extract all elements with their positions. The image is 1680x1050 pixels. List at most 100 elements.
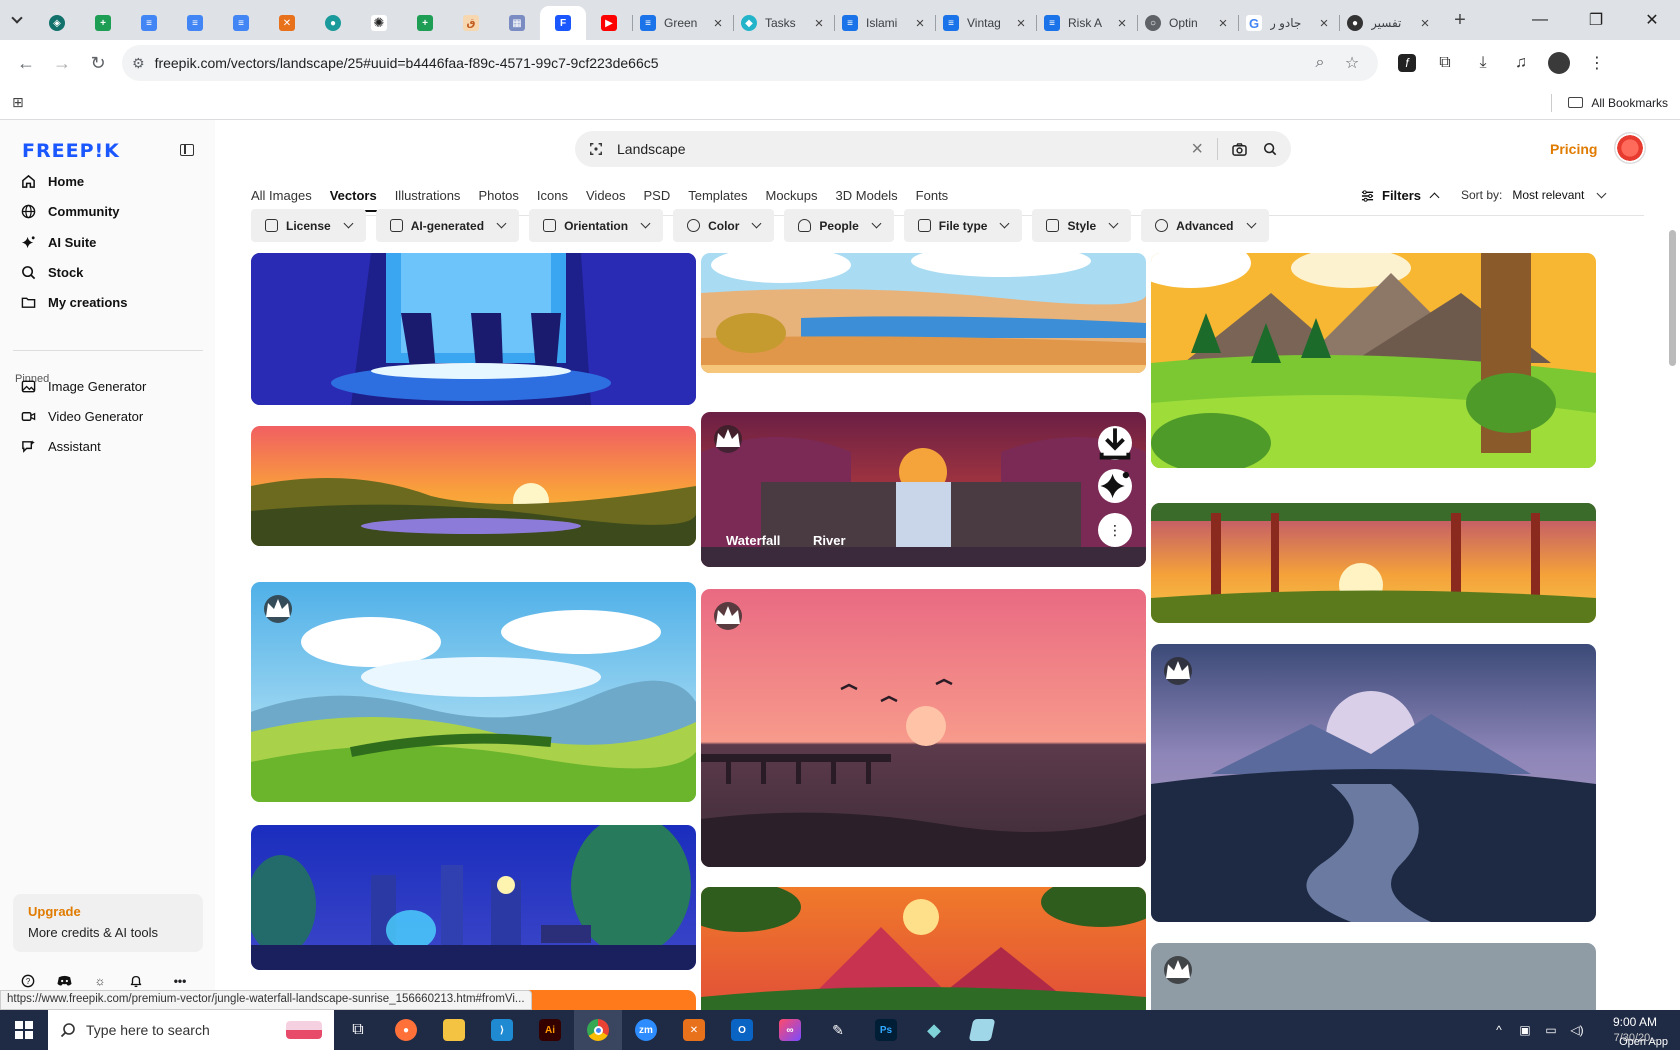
browser-tab[interactable]: ◆ Tasks × xyxy=(733,6,834,40)
close-icon[interactable]: × xyxy=(812,15,826,32)
close-icon[interactable]: × xyxy=(1418,15,1432,32)
tab-psd[interactable]: PSD xyxy=(644,188,671,203)
result-card-mountain-river[interactable] xyxy=(1151,644,1596,922)
advanced-filter[interactable]: Advanced xyxy=(1141,209,1269,242)
license-filter[interactable]: License xyxy=(251,209,366,242)
restore-button[interactable]: ❐ xyxy=(1568,0,1624,40)
pinned-tab[interactable]: ≡ xyxy=(126,6,172,40)
color-filter[interactable]: Color xyxy=(673,209,775,242)
back-button[interactable]: ← xyxy=(8,45,44,81)
help-icon[interactable]: ? xyxy=(20,973,36,989)
network-icon[interactable]: ▭ xyxy=(1538,1023,1564,1037)
pinned-tab[interactable]: ● xyxy=(310,6,356,40)
close-icon[interactable]: × xyxy=(1014,15,1028,32)
browser-tab[interactable]: G جادو ر × xyxy=(1238,6,1339,40)
pinned-tab[interactable]: ق xyxy=(448,6,494,40)
taskbar-app-chrome[interactable] xyxy=(574,1010,622,1050)
result-card-mountain-sunset[interactable] xyxy=(701,887,1146,1010)
user-avatar[interactable] xyxy=(1614,132,1646,164)
taskbar-app-pen[interactable]: ✎ xyxy=(814,1010,862,1050)
taskbar-search[interactable]: Type here to search xyxy=(48,1010,334,1050)
result-card-waterfall-river[interactable]: ⋮ Waterfall River xyxy=(701,412,1146,567)
pricing-link[interactable]: Pricing xyxy=(1550,141,1597,157)
address-bar[interactable]: ⚙ freepik.com/vectors/landscape/25#uuid=… xyxy=(122,45,1378,81)
file-type-filter[interactable]: File type xyxy=(903,209,1023,242)
forward-button[interactable]: → xyxy=(44,45,80,81)
result-card-forest-sunset[interactable] xyxy=(1151,503,1596,623)
result-card-night-park[interactable] xyxy=(251,825,696,970)
browser-tab[interactable]: ≡ Risk A × xyxy=(1036,6,1137,40)
pinned-tab[interactable]: ▶ xyxy=(586,6,632,40)
taskbar-app-outlook[interactable]: O xyxy=(718,1010,766,1050)
pinned-tab[interactable]: + xyxy=(80,6,126,40)
taskbar-app-firefox[interactable]: ● xyxy=(382,1010,430,1050)
freepik-logo[interactable]: FREEP!K xyxy=(22,140,120,162)
menu-button[interactable]: ⋮ xyxy=(1578,53,1616,73)
tag-river[interactable]: River xyxy=(813,533,846,548)
ai-search-icon[interactable] xyxy=(589,142,603,156)
pinned-tab-active[interactable]: F xyxy=(540,6,586,40)
close-icon[interactable]: × xyxy=(1115,15,1129,32)
chevron-up-icon[interactable]: ^ xyxy=(1486,1023,1512,1037)
orientation-filter[interactable]: Orientation xyxy=(529,209,664,242)
tab-all-images[interactable]: All Images xyxy=(251,188,312,203)
upgrade-card[interactable]: Upgrade More credits & AI tools xyxy=(13,894,203,952)
camera-icon[interactable] xyxy=(1232,142,1247,156)
bell-icon[interactable] xyxy=(128,973,144,989)
pinned-tab[interactable]: ✺ xyxy=(356,6,402,40)
taskbar-app-photoshop[interactable]: Ps xyxy=(862,1010,910,1050)
pinned-tab[interactable]: ✕ xyxy=(264,6,310,40)
minimize-button[interactable]: — xyxy=(1512,0,1568,40)
sidebar-item-home[interactable]: Home xyxy=(20,173,84,189)
sort-control[interactable]: Sort by: Most relevant xyxy=(1461,188,1607,202)
close-icon[interactable]: × xyxy=(1317,15,1331,32)
sidebar-collapse-icon[interactable] xyxy=(180,144,194,156)
result-card-desert-lake[interactable] xyxy=(701,253,1146,373)
download-button[interactable] xyxy=(1098,426,1132,460)
close-icon[interactable]: × xyxy=(711,15,725,32)
open-app-label[interactable]: Open App xyxy=(1619,1036,1668,1048)
more-options-button[interactable]: ⋮ xyxy=(1098,513,1132,547)
theme-sun-icon[interactable]: ☼ xyxy=(92,973,108,989)
search-bar[interactable]: Landscape × xyxy=(575,131,1291,167)
result-card-partial[interactable] xyxy=(1151,943,1596,1010)
taskbar-app-vscode[interactable]: ⟩ xyxy=(478,1010,526,1050)
result-card-sunset-meadow[interactable] xyxy=(251,426,696,546)
tab-photos[interactable]: Photos xyxy=(478,188,518,203)
filters-toggle[interactable]: Filters xyxy=(1361,188,1440,203)
search-icon[interactable] xyxy=(1263,142,1277,156)
all-bookmarks[interactable]: All Bookmarks xyxy=(1551,93,1668,112)
taskbar-app-zoom[interactable]: zm xyxy=(622,1010,670,1050)
people-filter[interactable]: People xyxy=(784,209,894,242)
meet-now-icon[interactable]: ▣ xyxy=(1512,1023,1538,1037)
media-button[interactable]: ♫ xyxy=(1502,54,1540,72)
bookmark-star-icon[interactable]: ☆ xyxy=(1336,53,1368,73)
close-window-button[interactable]: ✕ xyxy=(1624,0,1680,40)
page-scrollbar[interactable] xyxy=(1669,230,1676,366)
search-input[interactable]: Landscape xyxy=(617,141,1191,157)
result-card-volcano-meadow[interactable] xyxy=(1151,253,1596,468)
clear-search-icon[interactable]: × xyxy=(1191,138,1203,161)
pinned-tab[interactable]: ≡ xyxy=(172,6,218,40)
zoom-icon[interactable]: ⌕ xyxy=(1304,54,1336,72)
tab-illustrations[interactable]: Illustrations xyxy=(395,188,461,203)
tab-3d-models[interactable]: 3D Models xyxy=(836,188,898,203)
browser-tab[interactable]: ≡ Islami × xyxy=(834,6,935,40)
tag-waterfall[interactable]: Waterfall xyxy=(726,533,780,548)
close-icon[interactable]: × xyxy=(913,15,927,32)
extensions-button[interactable]: ⧉ xyxy=(1426,54,1464,72)
tab-mockups[interactable]: Mockups xyxy=(766,188,818,203)
result-card-cave-waterfall[interactable] xyxy=(251,253,696,405)
taskbar-app-notes[interactable] xyxy=(958,1010,1006,1050)
close-icon[interactable]: × xyxy=(1216,15,1230,32)
browser-tab[interactable]: ≡ Vintag × xyxy=(935,6,1036,40)
tab-vectors[interactable]: Vectors xyxy=(329,188,377,212)
browser-tab[interactable]: ● تفسير × xyxy=(1339,6,1440,40)
style-filter[interactable]: Style xyxy=(1032,209,1132,242)
tab-search-button[interactable] xyxy=(0,0,34,40)
pinned-tab[interactable]: ◈ xyxy=(34,6,80,40)
sidebar-item-ai-suite[interactable]: AI Suite xyxy=(20,234,96,250)
sidebar-item-my-creations[interactable]: My creations xyxy=(20,294,127,310)
browser-tab[interactable]: ○ Optin × xyxy=(1137,6,1238,40)
tab-fonts[interactable]: Fonts xyxy=(916,188,949,203)
